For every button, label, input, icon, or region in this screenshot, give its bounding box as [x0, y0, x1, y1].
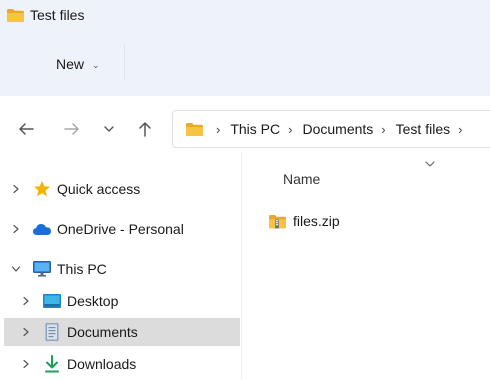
new-button-label: New	[56, 56, 85, 72]
nav-item-label: Desktop	[67, 293, 119, 309]
nav-item-label: Downloads	[67, 356, 137, 372]
file-item[interactable]: files.zip	[268, 211, 340, 231]
file-name: files.zip	[293, 213, 340, 229]
download-icon	[42, 354, 62, 374]
chevron-right-icon: ›	[288, 121, 293, 137]
chevron-right-icon[interactable]	[10, 183, 22, 195]
monitor-icon	[32, 259, 52, 279]
up-button[interactable]	[132, 116, 158, 142]
forward-button[interactable]	[59, 116, 85, 142]
folder-icon	[186, 123, 203, 136]
new-button[interactable]: New ⌄	[56, 52, 100, 76]
column-header-name[interactable]: Name	[283, 171, 320, 187]
chevron-down-icon[interactable]	[10, 263, 22, 275]
recent-locations-button[interactable]	[96, 116, 122, 142]
nav-item-documents[interactable]: Documents	[4, 318, 240, 346]
nav-item-this-pc[interactable]: This PC	[0, 255, 240, 283]
chevron-right-icon: ›	[216, 121, 221, 137]
zip-folder-icon	[269, 214, 286, 228]
chevron-right-icon[interactable]	[20, 326, 32, 338]
chevron-right-icon[interactable]: ›	[454, 122, 468, 137]
nav-item-label: Documents	[67, 324, 138, 340]
arrow-left-icon	[19, 123, 34, 135]
arrow-up-icon	[139, 122, 151, 137]
breadcrumb-test-files[interactable]: Test files	[392, 121, 454, 137]
chevron-right-icon[interactable]	[20, 295, 32, 307]
chevron-down-icon: ⌄	[92, 59, 100, 70]
pane-divider[interactable]	[241, 152, 242, 380]
chevron-right-icon[interactable]	[20, 358, 32, 370]
folder-icon	[7, 9, 24, 22]
arrow-right-icon	[64, 123, 79, 135]
nav-item-onedrive[interactable]: OneDrive - Personal	[0, 215, 240, 243]
cloud-icon	[32, 219, 52, 239]
chevron-right-icon: ›	[381, 121, 386, 137]
nav-item-desktop[interactable]: Desktop	[0, 287, 240, 315]
nav-item-downloads[interactable]: Downloads	[0, 350, 240, 378]
desktop-icon	[42, 291, 62, 311]
sort-chevron-down-icon[interactable]	[422, 156, 438, 172]
chevron-right-icon[interactable]	[10, 223, 22, 235]
back-button[interactable]	[13, 116, 39, 142]
chevron-down-icon	[104, 126, 114, 132]
star-icon	[32, 179, 52, 199]
breadcrumb-documents[interactable]: Documents	[298, 121, 377, 137]
window-title: Test files	[30, 7, 85, 23]
address-bar[interactable]: › This PC › Documents › Test files ›	[172, 110, 490, 148]
nav-item-label: Quick access	[57, 181, 141, 197]
nav-item-quick-access[interactable]: Quick access	[0, 175, 240, 203]
command-separator	[124, 44, 125, 80]
nav-item-label: OneDrive - Personal	[57, 221, 184, 237]
documents-icon	[42, 322, 62, 342]
nav-item-label: This PC	[57, 261, 107, 277]
breadcrumb-this-pc[interactable]: This PC	[226, 121, 284, 137]
